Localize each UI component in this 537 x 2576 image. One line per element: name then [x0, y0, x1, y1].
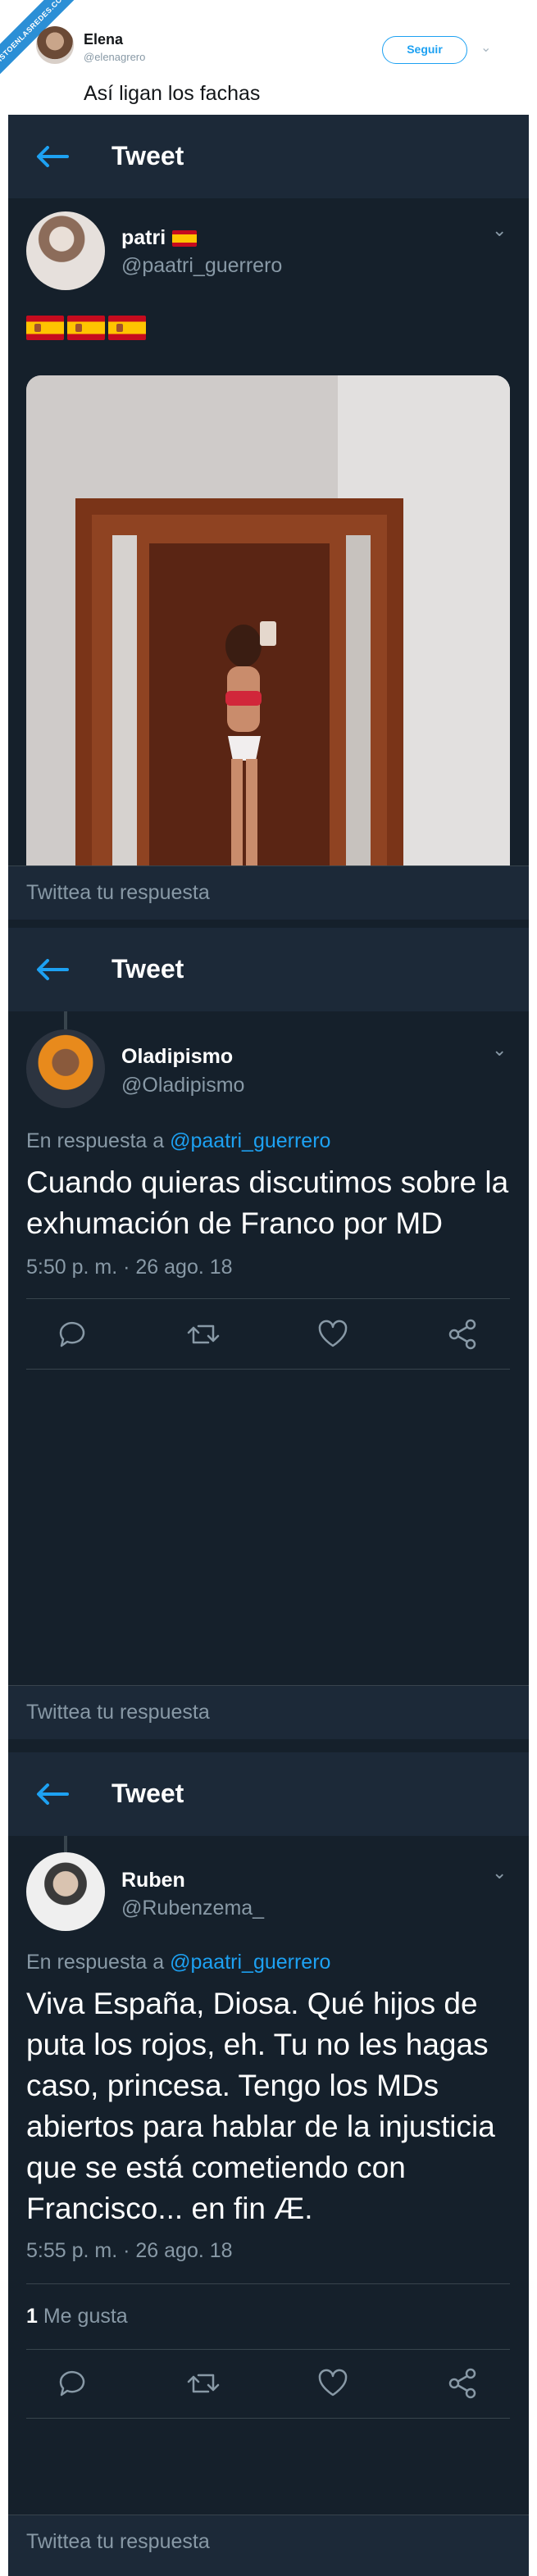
- app-bar-title: Tweet: [111, 141, 184, 170]
- tweet-text: Así ligan los fachas: [84, 82, 261, 105]
- author-name[interactable]: Oladipismo: [121, 1045, 233, 1069]
- divider: [26, 2418, 510, 2419]
- chevron-down-icon[interactable]: ⌄: [492, 1039, 507, 1061]
- divider: [26, 2283, 510, 2284]
- author-name[interactable]: Ruben: [121, 1869, 185, 1892]
- app-bar: Tweet: [8, 1752, 529, 1836]
- spain-flag-icon: [172, 230, 198, 248]
- thread-connector: [64, 1836, 67, 1852]
- back-arrow-icon[interactable]: [36, 1783, 69, 1805]
- spain-flag-icon: [67, 316, 105, 340]
- reply-to-link[interactable]: @paatri_guerrero: [170, 1129, 330, 1152]
- app-bar: Tweet: [8, 928, 529, 1011]
- avatar[interactable]: [26, 211, 105, 290]
- avatar[interactable]: [36, 26, 74, 64]
- thread-connector: [64, 1011, 67, 1029]
- reply-icon[interactable]: [54, 1316, 90, 1352]
- reply-prefix: En respuesta a: [26, 1129, 165, 1152]
- like-icon[interactable]: [315, 2365, 351, 2401]
- avatar[interactable]: [26, 1029, 105, 1108]
- author-name[interactable]: Elena: [84, 31, 123, 48]
- likes-stat[interactable]: 1 Me gusta: [26, 2305, 128, 2328]
- tweet-flags: [26, 316, 149, 347]
- reply-to-link[interactable]: @paatri_guerrero: [170, 1951, 330, 1974]
- author-handle[interactable]: @Rubenzema_: [121, 1897, 264, 1920]
- share-icon[interactable]: [444, 2365, 480, 2401]
- retweet-icon[interactable]: [185, 1316, 221, 1352]
- tweet-photo[interactable]: [26, 375, 510, 865]
- reply-icon[interactable]: [54, 2365, 90, 2401]
- back-arrow-icon[interactable]: [36, 146, 69, 167]
- reply-context: En respuesta a @paatri_guerrero: [26, 1951, 330, 1974]
- mirror-selfie-illustration: [26, 375, 510, 865]
- share-icon[interactable]: [444, 1316, 480, 1352]
- tweet-text: Viva España, Diosa. Qué hijos de puta lo…: [26, 1987, 495, 2225]
- divider: [26, 2349, 510, 2350]
- spain-flag-icon: [26, 316, 64, 340]
- author-name[interactable]: patri: [121, 226, 198, 250]
- follow-button[interactable]: Seguir: [382, 36, 467, 64]
- author-handle[interactable]: @Oladipismo: [121, 1074, 244, 1097]
- reply-composer[interactable]: Twittea tu respuesta: [8, 865, 529, 920]
- reply-context: En respuesta a @paatri_guerrero: [26, 1129, 330, 1153]
- chevron-down-icon[interactable]: ⌄: [492, 220, 507, 241]
- likes-label: Me gusta: [43, 2305, 128, 2328]
- chevron-down-icon[interactable]: ⌄: [480, 39, 491, 56]
- divider: [26, 1298, 510, 1299]
- author-handle[interactable]: @paatri_guerrero: [121, 254, 282, 278]
- reply-placeholder[interactable]: Twittea tu respuesta: [26, 1701, 210, 1724]
- reply-composer[interactable]: Twittea tu respuesta: [8, 2515, 529, 2576]
- app-bar-title: Tweet: [111, 954, 184, 984]
- tweet-timestamp[interactable]: 5:55 p. m. · 26 ago. 18: [26, 2239, 233, 2263]
- app-bar-title: Tweet: [111, 1779, 184, 1808]
- like-icon[interactable]: [315, 1316, 351, 1352]
- spain-flag-icon: [108, 316, 146, 340]
- chevron-down-icon[interactable]: ⌄: [492, 1862, 507, 1883]
- header-tweet: VISTOENLASREDES.COM Elena @elenagrero Se…: [0, 0, 537, 115]
- retweet-icon[interactable]: [185, 2365, 221, 2401]
- avatar[interactable]: [26, 1852, 105, 1931]
- divider: [26, 1369, 510, 1370]
- reply-placeholder[interactable]: Twittea tu respuesta: [26, 2530, 210, 2554]
- app-bar: Tweet: [8, 115, 529, 198]
- tweet-timestamp[interactable]: 5:50 p. m. · 26 ago. 18: [26, 1256, 233, 1279]
- reply-composer[interactable]: Twittea tu respuesta: [8, 1685, 529, 1739]
- reply-placeholder[interactable]: Twittea tu respuesta: [26, 881, 210, 905]
- author-handle[interactable]: @elenagrero: [84, 51, 145, 63]
- tweet-text: Cuando quieras discutimos sobre la exhum…: [26, 1165, 509, 1240]
- back-arrow-icon[interactable]: [36, 959, 69, 980]
- likes-count: 1: [26, 2305, 38, 2328]
- reply-prefix: En respuesta a: [26, 1951, 165, 1974]
